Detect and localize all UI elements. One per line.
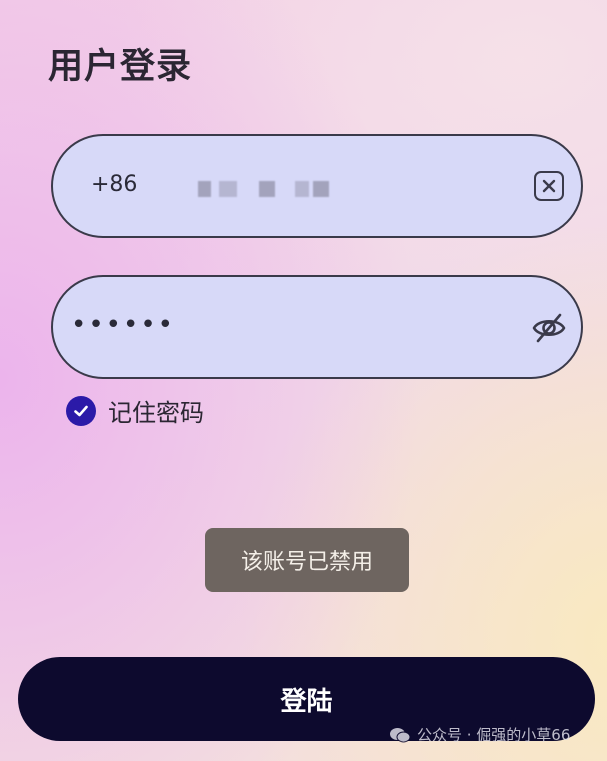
watermark: 公众号 · 倔强的小草66 bbox=[389, 724, 570, 745]
close-glyph bbox=[542, 179, 556, 193]
close-box-icon[interactable] bbox=[534, 171, 564, 201]
check-icon bbox=[74, 405, 88, 416]
password-field[interactable]: •••••• bbox=[51, 275, 583, 379]
eye-off-icon[interactable] bbox=[531, 311, 567, 345]
wechat-icon bbox=[390, 727, 411, 742]
page-title: 用户登录 bbox=[48, 47, 193, 87]
redacted-block bbox=[219, 181, 237, 197]
error-toast: 该账号已禁用 bbox=[205, 528, 409, 592]
remember-password-row[interactable]: 记住密码 bbox=[66, 393, 204, 428]
password-value[interactable]: •••••• bbox=[71, 310, 175, 340]
eye-off-glyph bbox=[532, 313, 566, 343]
phone-number-value[interactable] bbox=[198, 181, 329, 197]
remember-label: 记住密码 bbox=[108, 399, 204, 427]
redacted-block bbox=[259, 181, 275, 197]
remember-checkbox[interactable] bbox=[66, 395, 96, 426]
redacted-block bbox=[198, 181, 211, 197]
redacted-block bbox=[313, 181, 329, 197]
country-code[interactable]: +86 bbox=[91, 172, 137, 197]
redacted-block bbox=[295, 181, 309, 197]
watermark-text: 公众号 · 倔强的小草66 bbox=[417, 726, 571, 744]
phone-field[interactable]: +86 bbox=[51, 134, 583, 238]
